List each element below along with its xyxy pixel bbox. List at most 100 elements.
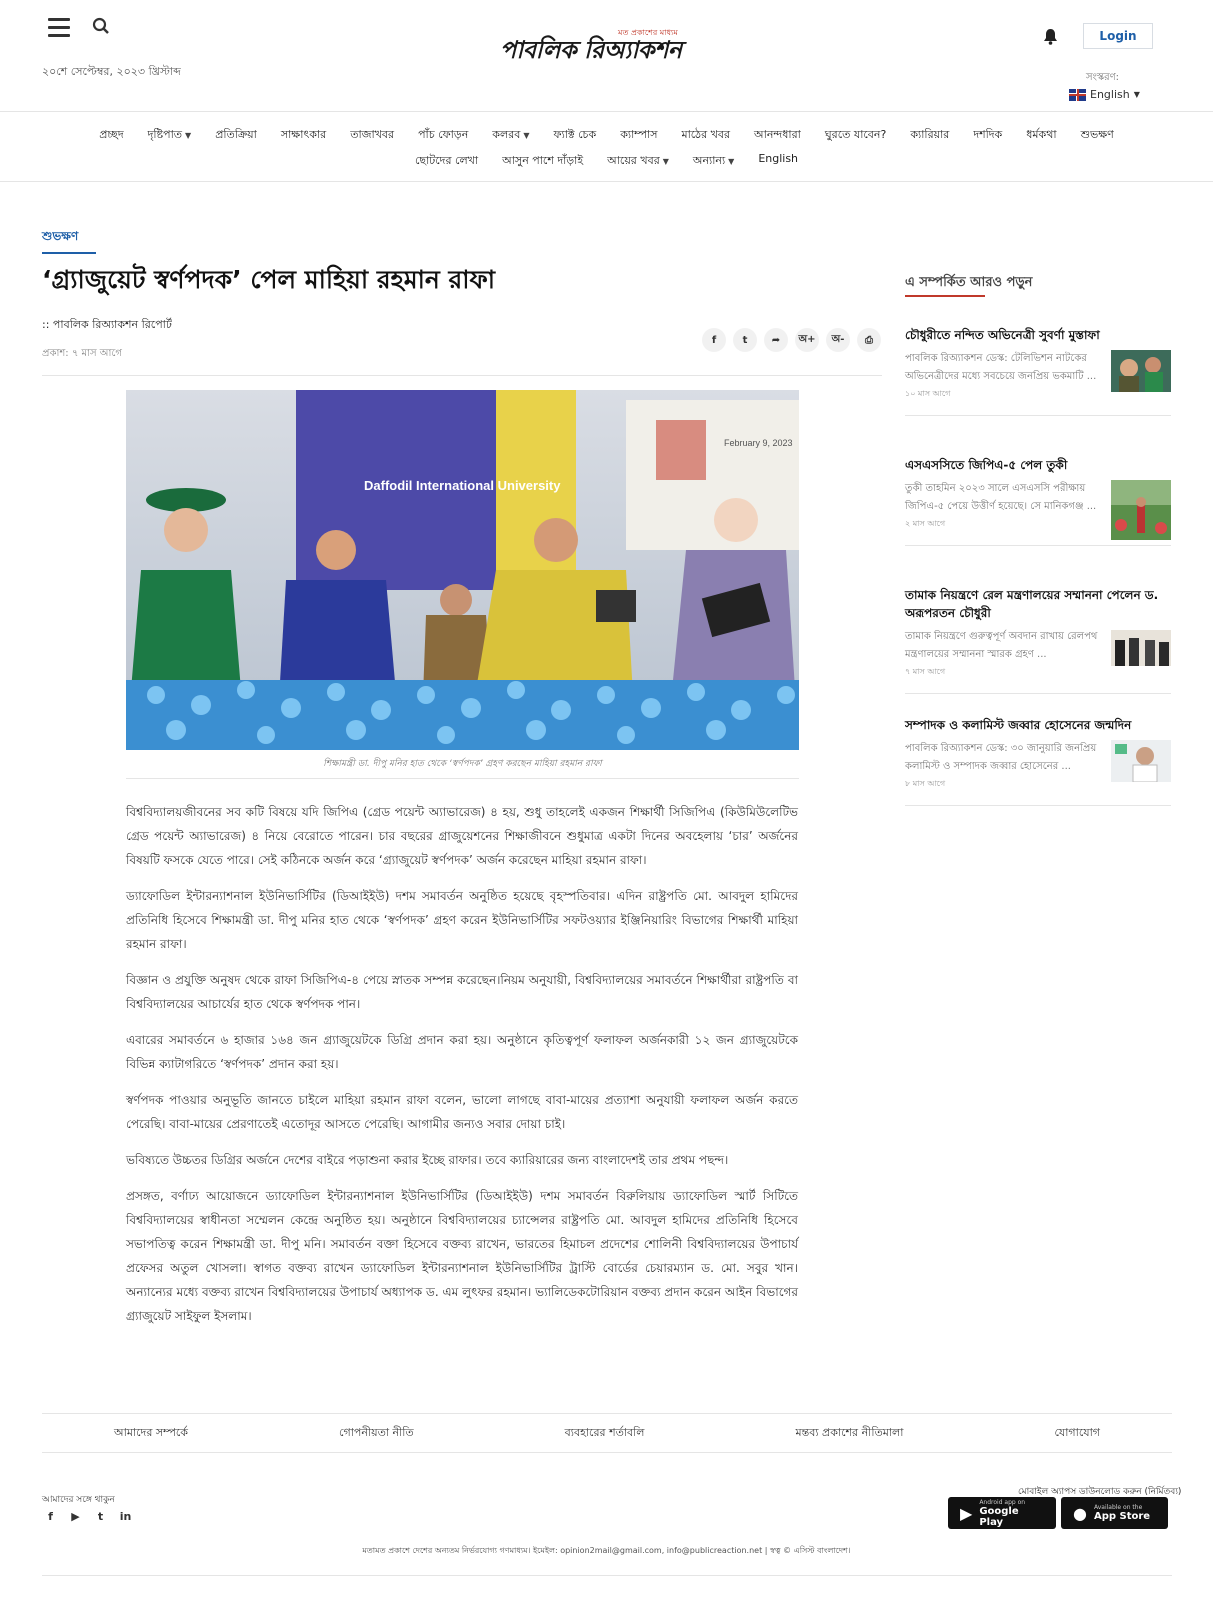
divider — [42, 375, 882, 376]
photo-caption: শিক্ষামন্ত্রী ডা. দীপু মনির হাত থেকে ‘স্… — [323, 759, 602, 769]
nav-item[interactable]: আনন্দধারা — [742, 126, 813, 145]
nav-item[interactable]: কলরব ▼ — [480, 126, 541, 145]
copyright: মতামত প্রকাশে দেশের অন্যতম নির্ভরযোগ্য গ… — [362, 1546, 851, 1555]
related-item-title[interactable]: এসএসসিতে জিপিএ-৫ পেল তুকী — [905, 456, 1171, 474]
nav-row-secondary: ছোটদের লেখা আসুন পাশে দাঁড়াই আয়ের খবর ▼ অন… — [0, 152, 1213, 171]
nav-item[interactable]: ছোটদের লেখা — [403, 152, 490, 171]
site-header: ২০শে সেপ্টেম্বর, ২০২৩ খ্রিস্টাব্দ মত প্র… — [0, 0, 1213, 112]
nav-item[interactable]: আয়ের খবর ▼ — [595, 152, 681, 171]
nav-item-label: English — [758, 152, 799, 165]
nav-item[interactable]: সাক্ষাৎকার — [269, 126, 338, 145]
nav-item-label: ছোটদের লেখা — [414, 154, 479, 167]
apple-icon: ● — [1073, 1503, 1087, 1523]
nav-item-label: ক্যারিয়ার — [910, 128, 950, 141]
linkedin-icon[interactable]: in — [117, 1508, 134, 1525]
site-logo[interactable]: মত প্রকাশের মাধ্যম পাবলিক রিঅ্যাকশন — [500, 24, 700, 64]
article-byline: :: পাবলিক রিঅ্যাকশন রিপোর্ট — [42, 318, 172, 331]
nav-item-label: শুভক্ষণ — [1080, 128, 1114, 141]
related-item-thumbnail[interactable] — [1111, 740, 1171, 782]
divider — [905, 545, 1171, 546]
nav-row-primary: প্রচ্ছদ দৃষ্টিপাত ▼ প্রতিক্রিয়া সাক্ষাৎকার ত… — [0, 126, 1213, 145]
nav-item[interactable]: প্রচ্ছদ — [87, 126, 135, 145]
nav-item[interactable]: মাঠের খবর — [669, 126, 742, 145]
related-item[interactable]: চৌধুরীতে নন্দিত অভিনেত্রী সুবর্ণা মুস্তা… — [905, 326, 1171, 416]
nav-item[interactable]: ধর্মকথা — [1014, 126, 1068, 145]
article-paragraph: ভবিষ্যতে উচ্চতর ডিগ্রির অর্জনে দেশের বাই… — [126, 1153, 729, 1167]
nav-item[interactable]: English — [746, 152, 810, 171]
related-item[interactable]: তামাক নিয়ন্ত্রণে রেল মন্ত্রণালয়ের সম্ম… — [905, 586, 1171, 694]
nav-item-label: দৃষ্টিপাত — [147, 128, 183, 141]
nav-item[interactable]: ক্যাম্পাস — [608, 126, 669, 145]
nav-item-label: কলরব — [492, 128, 521, 141]
social-links: f ▶ t in — [42, 1508, 134, 1525]
menu-icon[interactable] — [48, 18, 70, 37]
related-item[interactable]: এসএসসিতে জিপিএ-৫ পেল তুকী তুকী তাহমিন ২০… — [905, 456, 1171, 546]
app-store-button[interactable]: ● Available on the App Store — [1061, 1497, 1168, 1529]
twitter-icon[interactable]: t — [92, 1508, 109, 1525]
footer-link[interactable]: আমাদের সম্পর্কে — [114, 1424, 188, 1443]
language-select[interactable]: English ▼ — [1069, 88, 1140, 101]
nav-item[interactable]: ক্যারিয়ার — [898, 126, 961, 145]
nav-item[interactable]: আসুন পাশে দাঁড়াই — [490, 152, 595, 171]
nav-item[interactable]: ফ্যাক্ট চেক — [542, 126, 609, 145]
google-play-button[interactable]: ▶ Android app on Google Play — [948, 1497, 1056, 1529]
article-paragraph: স্বর্ণপদক পাওয়ার অনুভূতি জানতে চাইলে মা… — [126, 1093, 798, 1131]
related-item-excerpt: পাবলিক রিঅ্যাকশন ডেস্ক: টেলিভিশন নাটকের … — [905, 353, 1097, 382]
login-button[interactable]: Login — [1083, 23, 1153, 49]
font-increase-icon[interactable]: অ+ — [795, 328, 819, 352]
related-item[interactable]: সম্পাদক ও কলামিস্ট জব্বার হোসেনের জন্মদি… — [905, 716, 1171, 806]
nav-item[interactable]: দৃষ্টিপাত ▼ — [136, 126, 204, 145]
font-decrease-icon[interactable]: অ- — [826, 328, 850, 352]
google-play-big: Google Play — [979, 1505, 1019, 1528]
nav-item[interactable]: ঘুরতে যাবেন? — [813, 126, 899, 145]
related-item-thumbnail[interactable] — [1111, 480, 1171, 540]
bell-icon[interactable] — [1043, 28, 1058, 45]
nav-item[interactable]: তাজাখবর — [338, 126, 406, 145]
twitter-icon[interactable]: t — [733, 328, 757, 352]
related-item-thumbnail[interactable] — [1111, 630, 1171, 666]
divider — [42, 1575, 1172, 1576]
google-play-icon: ▶ — [960, 1503, 973, 1523]
footer-links: আমাদের সম্পর্কে গোপনীয়তা নীতি ব্যবহারের শ… — [42, 1413, 1172, 1453]
article-paragraph: এবারের সমাবর্তনে ৬ হাজার ১৬৪ জন গ্র্যাজু… — [126, 1033, 798, 1071]
chevron-down-icon: ▼ — [185, 131, 192, 140]
nav-item[interactable]: প্রতিক্রিয়া — [203, 126, 269, 145]
divider — [126, 778, 799, 779]
chevron-down-icon: ▼ — [523, 131, 530, 140]
chevron-down-icon: ▼ — [728, 157, 735, 166]
print-icon[interactable]: ⎙ — [857, 328, 881, 352]
chevron-down-icon: ▼ — [1133, 90, 1140, 99]
google-play-small: Android app on — [979, 1498, 1026, 1506]
facebook-icon[interactable]: f — [42, 1508, 59, 1525]
related-item-thumbnail[interactable] — [1111, 350, 1171, 392]
header-date: ২০শে সেপ্টেম্বর, ২০২৩ খ্রিস্টাব্দ — [42, 65, 181, 78]
related-item-title[interactable]: তামাক নিয়ন্ত্রণে রেল মন্ত্রণালয়ের সম্ম… — [905, 586, 1171, 622]
footer-link[interactable]: মন্তব্য প্রকাশের নীতিমালা — [796, 1424, 904, 1443]
article-published: প্রকাশ: ৭ মাস আগে — [42, 348, 122, 359]
photo-banner-text: Daffodil International University — [364, 478, 561, 493]
nav-item[interactable]: দশদিক — [961, 126, 1014, 145]
share-icon[interactable]: ➦ — [764, 328, 788, 352]
footer-link[interactable]: গোপনীয়তা নীতি — [339, 1424, 414, 1443]
search-icon[interactable] — [92, 17, 110, 35]
app-store-small: Available on the — [1093, 1504, 1143, 1511]
nav-item[interactable]: অন্যান্য ▼ — [681, 152, 746, 171]
nav-item-label: ধর্মকথা — [1026, 128, 1057, 141]
youtube-icon[interactable]: ▶ — [67, 1508, 84, 1525]
footer-link[interactable]: ব্যবহারের শর্তাবলি — [565, 1424, 645, 1443]
nav-item-label: আয়ের খবর — [607, 154, 660, 167]
nav-item[interactable]: পাঁচ ফোড়ন — [406, 126, 480, 145]
article-category[interactable]: শুভক্ষণ — [42, 228, 96, 254]
nav-item-label: তাজাখবর — [350, 128, 395, 141]
article-paragraph: বিজ্ঞান ও প্রযুক্তি অনুষদ থেকে রাফা সিজি… — [126, 973, 798, 1011]
footer-link[interactable]: যোগাযোগ — [1054, 1424, 1100, 1443]
nav-item-label: আনন্দধারা — [754, 128, 801, 141]
nav-item[interactable]: শুভক্ষণ — [1069, 126, 1126, 145]
app-store-text: Available on the App Store — [1094, 1504, 1150, 1522]
facebook-icon[interactable]: f — [702, 328, 726, 352]
related-item-title[interactable]: চৌধুরীতে নন্দিত অভিনেত্রী সুবর্ণা মুস্তা… — [905, 326, 1171, 344]
related-heading: এ সম্পর্কিত আরও পড়ুন — [905, 275, 1033, 290]
follow-label: আমাদের সঙ্গে থাকুন — [42, 1495, 115, 1505]
related-item-excerpt: তামাক নিয়ন্ত্রণে গুরুত্বপূর্ণ অবদান রাখ… — [905, 631, 1098, 660]
related-item-title[interactable]: সম্পাদক ও কলামিস্ট জব্বার হোসেনের জন্মদি… — [905, 716, 1171, 734]
